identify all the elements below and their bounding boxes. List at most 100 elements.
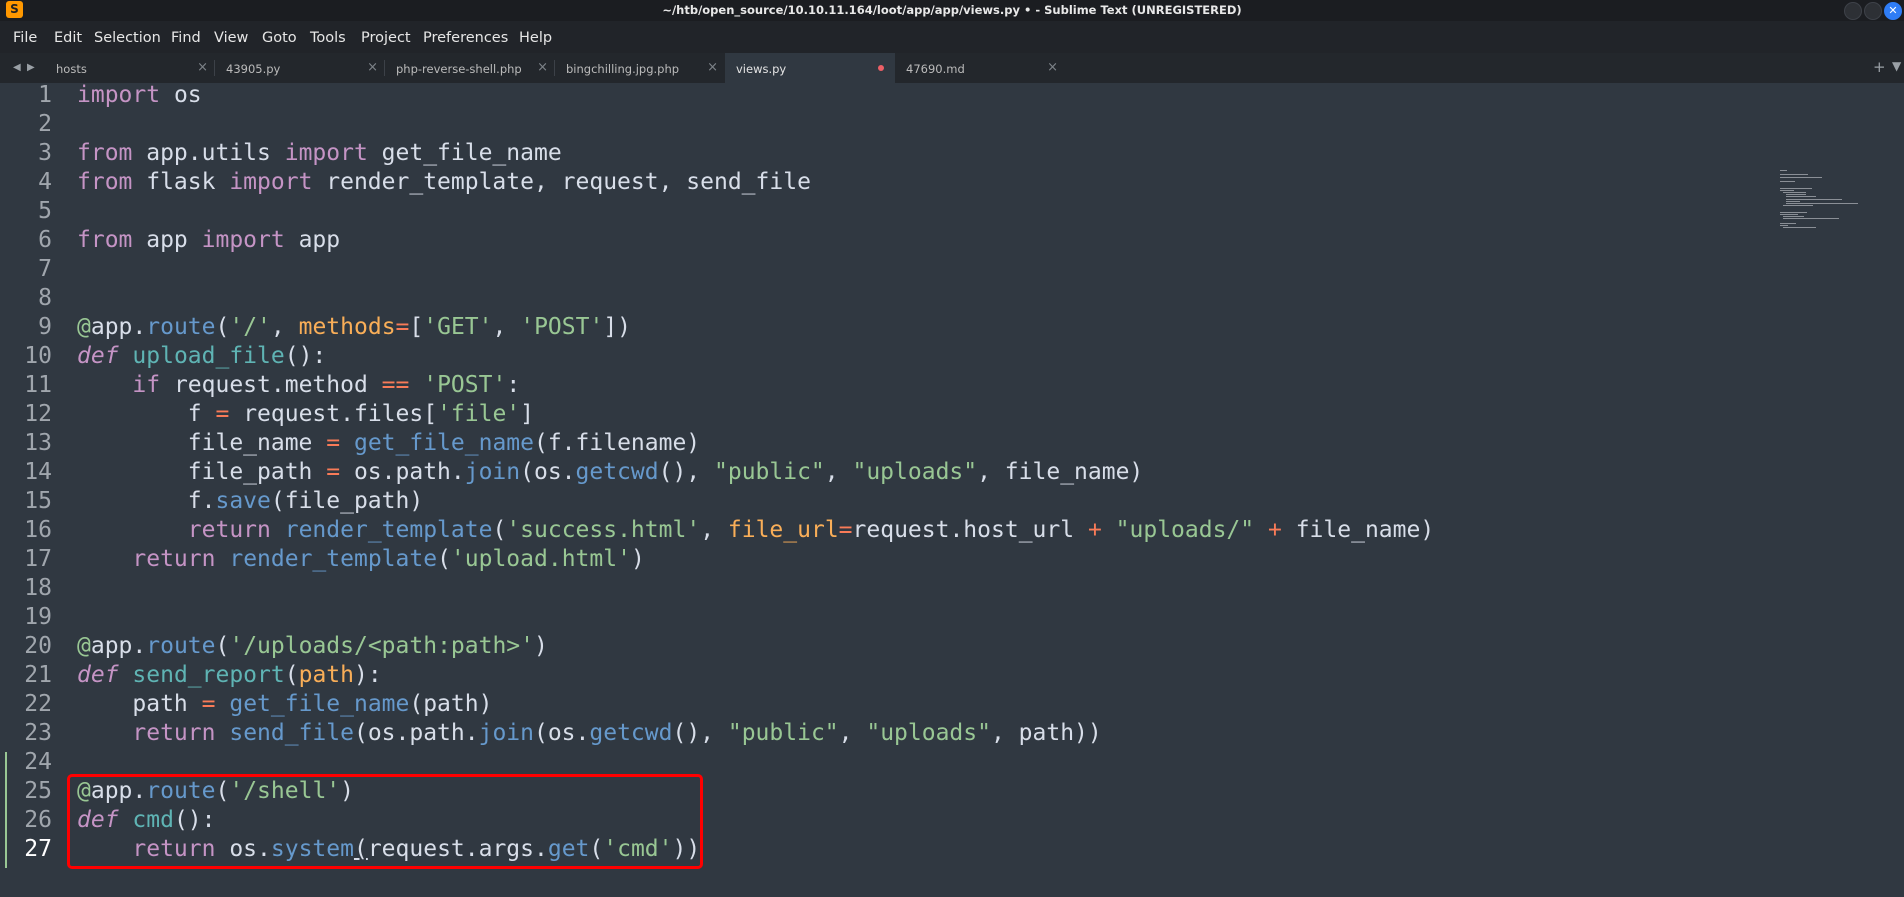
tab-bar: ◀ ▶ hosts × 43905.py × php-reverse-shell… xyxy=(0,53,1904,83)
code-line[interactable]: file_name = get_file_name(f.filename) xyxy=(77,429,700,458)
line-number: 16 xyxy=(24,517,52,543)
line-number: 6 xyxy=(38,227,52,253)
line-number: 8 xyxy=(38,285,52,311)
line-number: 3 xyxy=(38,140,52,166)
minimap-line xyxy=(1780,189,1795,191)
title-bar: S ~/htb/open_source/10.10.11.164/loot/ap… xyxy=(0,0,1904,21)
code-line[interactable]: return render_template('success.html', f… xyxy=(77,516,1434,545)
line-number: 21 xyxy=(24,662,52,688)
line-number: 17 xyxy=(24,546,52,572)
code-line[interactable]: from app.utils import get_file_name xyxy=(77,139,562,168)
minimap-line xyxy=(1780,225,1788,226)
tab-php-reverse-shell[interactable]: php-reverse-shell.php × xyxy=(385,53,555,83)
tab-label: 47690.md xyxy=(906,62,965,76)
minimap-line xyxy=(1786,203,1859,204)
minimap[interactable] xyxy=(1780,166,1890,236)
minimap-line xyxy=(1786,200,1800,202)
line-number: 18 xyxy=(24,575,52,601)
minimap-line xyxy=(1783,192,1806,193)
minimap-line xyxy=(1780,211,1808,213)
tab-views-py[interactable]: views.py xyxy=(725,53,895,83)
minimap-line xyxy=(1786,198,1842,200)
menu-help[interactable]: Help xyxy=(519,30,552,46)
tab-label: views.py xyxy=(736,62,787,76)
code-line[interactable]: return send_file(os.path.join(os.getcwd(… xyxy=(77,719,1101,748)
minimap-line xyxy=(1783,205,1813,207)
line-number: 23 xyxy=(24,720,52,746)
tab-list-icon[interactable]: ▼ xyxy=(1892,59,1901,73)
code-line[interactable]: return render_template('upload.html') xyxy=(77,545,644,574)
menu-preferences[interactable]: Preferences xyxy=(423,30,508,46)
close-window-button[interactable]: ✕ xyxy=(1884,2,1902,20)
menu-edit[interactable]: Edit xyxy=(54,30,82,46)
line-number: 22 xyxy=(24,691,52,717)
line-number: 27 xyxy=(24,836,52,862)
tab-47690-md[interactable]: 47690.md × xyxy=(895,53,1065,83)
tab-hosts[interactable]: hosts × xyxy=(45,53,215,83)
minimap-line xyxy=(1786,194,1807,196)
line-number: 12 xyxy=(24,401,52,427)
menu-goto[interactable]: Goto xyxy=(262,30,297,46)
minimap-line xyxy=(1780,187,1812,189)
code-line[interactable]: path = get_file_name(path) xyxy=(77,690,492,719)
menu-tools[interactable]: Tools xyxy=(310,30,346,46)
line-number: 24 xyxy=(24,749,52,775)
line-number: 20 xyxy=(24,633,52,659)
tab-43905-py[interactable]: 43905.py × xyxy=(215,53,385,83)
close-tab-icon[interactable]: × xyxy=(707,60,718,75)
code-line[interactable]: @app.route('/uploads/<path:path>') xyxy=(77,632,548,661)
minimap-line xyxy=(1780,222,1796,224)
code-line[interactable]: from app import app xyxy=(77,226,340,255)
code-line[interactable]: def upload_file(): xyxy=(77,342,326,371)
tab-scroll-right-icon[interactable]: ▶ xyxy=(27,62,35,73)
maximize-button[interactable] xyxy=(1864,2,1882,20)
minimap-line xyxy=(1783,227,1816,229)
menu-file[interactable]: File xyxy=(13,30,37,46)
close-tab-icon[interactable]: × xyxy=(367,60,378,75)
code-line[interactable]: file_path = os.path.join(os.getcwd(), "p… xyxy=(77,458,1144,487)
menu-selection[interactable]: Selection xyxy=(94,30,161,46)
tab-bingchilling[interactable]: bingchilling.jpg.php × xyxy=(555,53,725,83)
tab-scroll-left-icon[interactable]: ◀ xyxy=(13,62,21,73)
line-number: 25 xyxy=(24,778,52,804)
minimap-line xyxy=(1780,170,1788,171)
unsaved-dot-icon xyxy=(878,65,884,71)
minimap-line xyxy=(1786,196,1816,198)
code-line[interactable]: f = request.files['file'] xyxy=(77,400,534,429)
line-number: 10 xyxy=(24,343,52,369)
minimap-line xyxy=(1783,216,1804,218)
menu-project[interactable]: Project xyxy=(361,30,411,46)
code-line[interactable]: import os xyxy=(77,81,202,110)
code-line[interactable]: f.save(file_path) xyxy=(77,487,423,516)
menu-view[interactable]: View xyxy=(214,30,248,46)
line-number: 11 xyxy=(24,372,52,398)
minimap-line xyxy=(1783,218,1840,220)
tab-label: bingchilling.jpg.php xyxy=(566,62,680,76)
tab-label: php-reverse-shell.php xyxy=(396,62,522,76)
code-line[interactable]: @app.route('/', methods=['GET', 'POST']) xyxy=(77,313,631,342)
line-number: 1 xyxy=(38,82,52,108)
new-tab-icon[interactable]: + xyxy=(1873,58,1886,76)
line-number: 14 xyxy=(24,459,52,485)
menu-find[interactable]: Find xyxy=(171,30,201,46)
tab-label: 43905.py xyxy=(226,62,281,76)
tab-label: hosts xyxy=(56,62,87,76)
line-number: 7 xyxy=(38,256,52,282)
line-number: 9 xyxy=(38,314,52,340)
line-number: 19 xyxy=(24,604,52,630)
annotation-highlight-box xyxy=(67,774,703,869)
minimap-line xyxy=(1780,181,1796,182)
window-title: ~/htb/open_source/10.10.11.164/loot/app/… xyxy=(662,3,1242,17)
line-number: 5 xyxy=(38,198,52,224)
line-number: 13 xyxy=(24,430,52,456)
minimize-button[interactable] xyxy=(1844,2,1862,20)
close-tab-icon[interactable]: × xyxy=(1047,60,1058,75)
code-line[interactable]: def send_report(path): xyxy=(77,661,382,690)
code-line[interactable]: from flask import render_template, reque… xyxy=(77,168,811,197)
code-line[interactable]: if request.method == 'POST': xyxy=(77,371,520,400)
menu-bar: File Edit Selection Find View Goto Tools… xyxy=(0,21,1904,53)
minimap-line xyxy=(1780,176,1823,178)
line-number: 2 xyxy=(38,111,52,137)
close-tab-icon[interactable]: × xyxy=(197,60,208,75)
close-tab-icon[interactable]: × xyxy=(537,60,548,75)
